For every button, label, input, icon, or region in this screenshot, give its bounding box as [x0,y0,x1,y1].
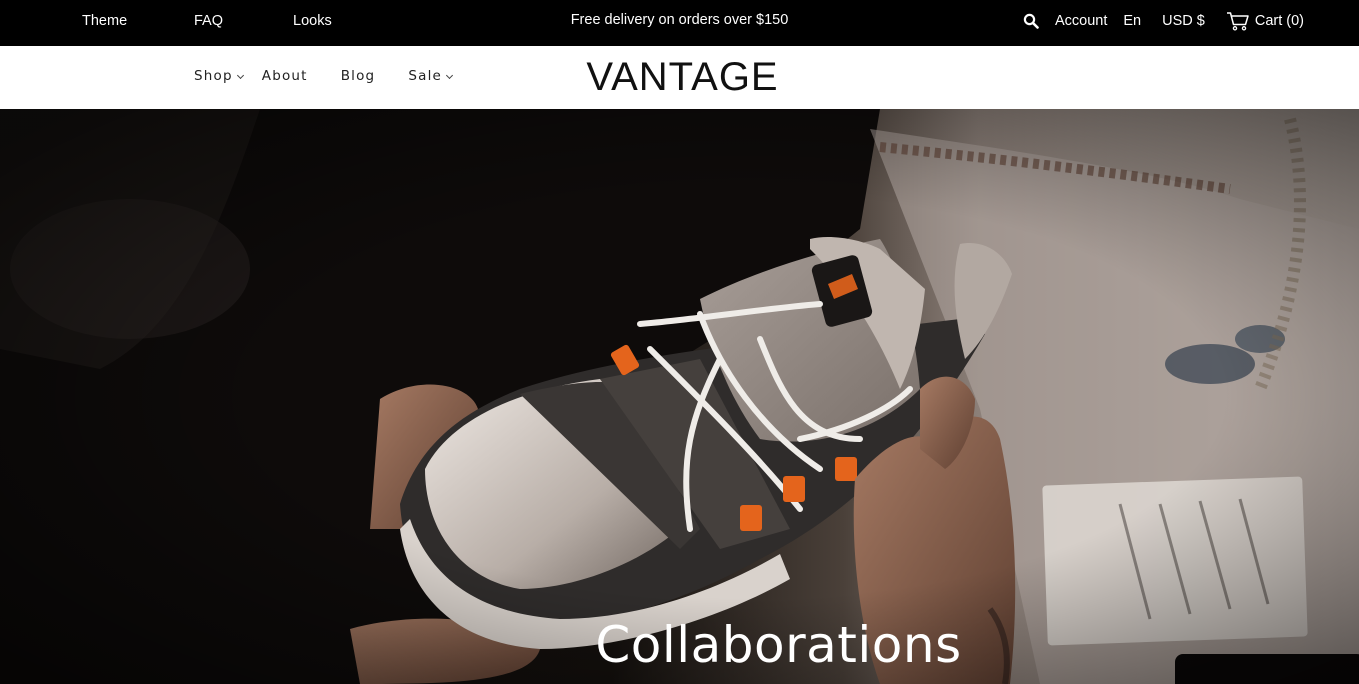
currency-selector[interactable]: USD $ [1162,13,1205,29]
site-header: Shop About Blog Sale VANTAGE [0,46,1359,109]
account-link[interactable]: Account [1055,13,1107,29]
hero-title: Collaborations [595,616,962,674]
cart-link[interactable]: Cart (0) [1226,11,1304,31]
cart-label: Cart (0) [1254,13,1304,29]
cart-icon [1226,12,1249,31]
topbar-utilities: Account En USD $ Cart (0) [1023,11,1304,31]
site-logo[interactable]: VANTAGE [0,55,1359,100]
announcement-bar: Theme FAQ Looks Free delivery on orders … [0,0,1359,46]
search-icon[interactable] [1023,13,1039,29]
hero-banner[interactable]: Collaborations [0,109,1359,684]
language-selector[interactable]: En [1123,13,1141,29]
hero-image [0,109,1359,684]
